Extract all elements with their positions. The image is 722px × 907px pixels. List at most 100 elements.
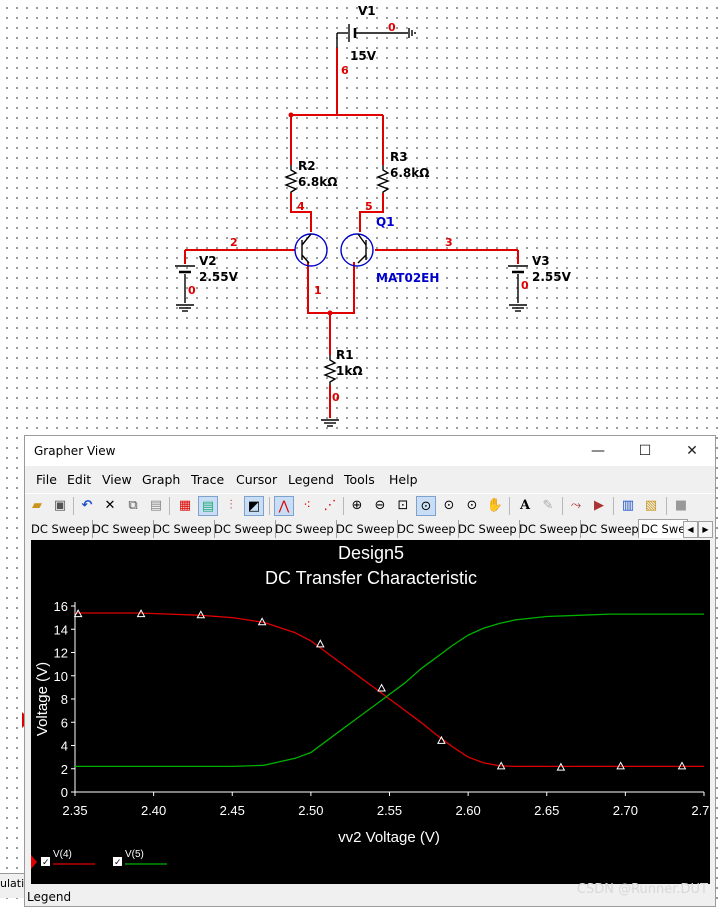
x-tick-label: 2.50 bbox=[298, 803, 323, 818]
series-line-V(5) bbox=[75, 613, 704, 768]
y-tick-label: 8 bbox=[61, 692, 68, 707]
line-trace-icon[interactable]: ⋀ bbox=[274, 496, 294, 516]
y-tick-label: 2 bbox=[61, 762, 68, 777]
legend-icon[interactable]: ▤ bbox=[198, 496, 218, 516]
watermark: CSDN @Runner.DUT bbox=[576, 882, 708, 897]
node-label: 1 bbox=[314, 284, 322, 297]
cursor-chart-icon[interactable]: ⫶ bbox=[221, 496, 241, 516]
undo-icon[interactable]: ↶ bbox=[77, 496, 97, 516]
legend-entry-label: V(4) bbox=[53, 849, 72, 860]
menu-cursor[interactable]: Cursor bbox=[236, 472, 277, 487]
tab-dc-sweep[interactable]: DC Sweep bbox=[395, 520, 459, 538]
legend-selected-marker bbox=[31, 855, 37, 869]
settings-icon[interactable]: ▧ bbox=[641, 496, 661, 516]
print-icon[interactable]: ▶ bbox=[589, 496, 609, 516]
text-icon[interactable]: A bbox=[515, 496, 535, 516]
paste-icon[interactable]: ▤ bbox=[146, 496, 166, 516]
y-axis-label: Voltage (V) bbox=[34, 662, 51, 736]
overlay-icon[interactable]: ◩ bbox=[244, 496, 264, 516]
y-tick-label: 12 bbox=[54, 646, 68, 661]
pan-icon[interactable]: ✋ bbox=[485, 496, 505, 516]
legend-checkbox-check: ✓ bbox=[42, 858, 50, 868]
component-ref-label: Q1 bbox=[376, 215, 395, 229]
tab-dc-sweep[interactable]: DC Sweep bbox=[578, 520, 642, 538]
zoom-y-icon[interactable]: ⊙ bbox=[462, 496, 482, 516]
close-button[interactable]: ✕ bbox=[669, 436, 715, 466]
zoom-x-icon[interactable]: ⊙ bbox=[439, 496, 459, 516]
wire-net bbox=[184, 48, 519, 418]
cut-icon[interactable]: ✕ bbox=[100, 496, 120, 516]
component-ref-label: R2 bbox=[298, 159, 316, 173]
tab-dc-sweep[interactable]: DC Sweep bbox=[273, 520, 337, 538]
window-title: Grapher View bbox=[34, 444, 116, 458]
data-marker bbox=[196, 610, 206, 619]
tab-dc-sweep[interactable]: DC Sweep bbox=[334, 520, 398, 538]
zoom-full-icon[interactable]: ⊙ bbox=[416, 496, 436, 516]
chart-subtitle: DC Transfer Characteristic bbox=[265, 568, 477, 588]
grid-icon[interactable]: ▦ bbox=[175, 496, 195, 516]
component-ref-label: R1 bbox=[336, 348, 354, 362]
node-label: 6 bbox=[341, 64, 349, 77]
save-icon[interactable]: ▣ bbox=[50, 496, 70, 516]
menu-legend[interactable]: Legend bbox=[288, 472, 334, 487]
y-tick-label: 0 bbox=[61, 785, 68, 800]
menu-tools[interactable]: Tools bbox=[344, 472, 375, 487]
zoom-in-icon[interactable]: ⊕ bbox=[347, 496, 367, 516]
export-icon[interactable]: ⤳ bbox=[566, 496, 586, 516]
x-tick-label: 2.70 bbox=[613, 803, 638, 818]
component-ref-label: V2 bbox=[199, 254, 217, 268]
component-value-label: 1kΩ bbox=[336, 364, 363, 378]
node-labels: 0 6 4 5 2 3 1 0 0 0 bbox=[188, 21, 529, 404]
data-marker bbox=[616, 761, 625, 770]
tab-dc-sweep[interactable]: DC Sweep bbox=[90, 520, 154, 538]
tab-scroll-left-icon[interactable]: ◀ bbox=[683, 521, 698, 538]
tab-dc-sweep[interactable]: DC Sweep bbox=[151, 520, 215, 538]
y-tick-label: 4 bbox=[61, 739, 68, 754]
menu-help[interactable]: Help bbox=[389, 472, 418, 487]
data-marker bbox=[377, 683, 386, 692]
open-icon[interactable]: ▰ bbox=[27, 496, 47, 516]
tab-dc-sweep[interactable]: DC Sweep bbox=[456, 520, 520, 538]
title-bar[interactable]: Grapher View — ☐ ✕ bbox=[25, 436, 715, 466]
properties-icon[interactable]: ▥ bbox=[618, 496, 638, 516]
node-label: 0 bbox=[188, 284, 196, 297]
x-tick-label: 2.55 bbox=[377, 803, 402, 818]
marker-icon[interactable]: ✎ bbox=[538, 496, 558, 516]
legend-entry-label: V(5) bbox=[125, 849, 144, 860]
line-dot-trace-icon[interactable]: ⋰ bbox=[320, 496, 340, 516]
menu-view[interactable]: View bbox=[102, 472, 132, 487]
menu-edit[interactable]: Edit bbox=[67, 472, 91, 487]
node-label: 0 bbox=[388, 21, 396, 34]
component-value-label: 6.8kΩ bbox=[298, 175, 337, 189]
maximize-button[interactable]: ☐ bbox=[622, 436, 668, 466]
menu-bar: File Edit View Graph Trace Cursor Legend… bbox=[25, 469, 715, 489]
plot-area[interactable]: Design5 DC Transfer Characteristic 0 2 4 6 8 10… bbox=[31, 540, 710, 884]
chart-title: Design5 bbox=[338, 543, 404, 563]
grapher-window: Grapher View — ☐ ✕ File Edit View Graph … bbox=[24, 435, 716, 907]
tab-strip: DC Sweep DC Sweep DC Sweep DC Sweep DC S… bbox=[25, 519, 715, 539]
tab-dc-sweep[interactable]: DC Sweep bbox=[517, 520, 581, 538]
tab-dc-sweep[interactable]: DC Sweep bbox=[212, 520, 276, 538]
schematic-canvas[interactable]: V1 15V V2 2.55V V3 2.55V R1 1kΩ R2 6.8kΩ R3 6.8kΩ Q1… bbox=[0, 0, 722, 440]
minimize-button[interactable]: — bbox=[575, 436, 621, 466]
component-ref-label: V1 bbox=[358, 4, 376, 18]
zoom-area-icon[interactable]: ⊡ bbox=[393, 496, 413, 516]
menu-trace[interactable]: Trace bbox=[191, 472, 224, 487]
menu-graph[interactable]: Graph bbox=[142, 472, 180, 487]
node-label: 0 bbox=[332, 391, 340, 404]
stop-icon[interactable]: ■ bbox=[671, 496, 691, 516]
node-label: 0 bbox=[521, 279, 529, 292]
x-tick-label: 2.35 bbox=[62, 803, 87, 818]
x-tick-label: 2.65 bbox=[534, 803, 559, 818]
tab-dc-sweep-active[interactable]: DC Swe bbox=[638, 519, 689, 538]
zoom-out-icon[interactable]: ⊖ bbox=[370, 496, 390, 516]
tab-scroll-right-icon[interactable]: ▶ bbox=[698, 521, 713, 538]
x-tick-label: 2.45 bbox=[220, 803, 245, 818]
component-ref-label: V3 bbox=[532, 254, 550, 268]
dot-trace-icon[interactable]: ⁖ bbox=[297, 496, 317, 516]
copy-icon[interactable]: ⧉ bbox=[123, 496, 143, 516]
tab-dc-sweep[interactable]: DC Sweep bbox=[29, 520, 93, 538]
node-label: 5 bbox=[365, 200, 373, 213]
y-tick-label: 14 bbox=[54, 622, 68, 637]
menu-file[interactable]: File bbox=[36, 472, 57, 487]
